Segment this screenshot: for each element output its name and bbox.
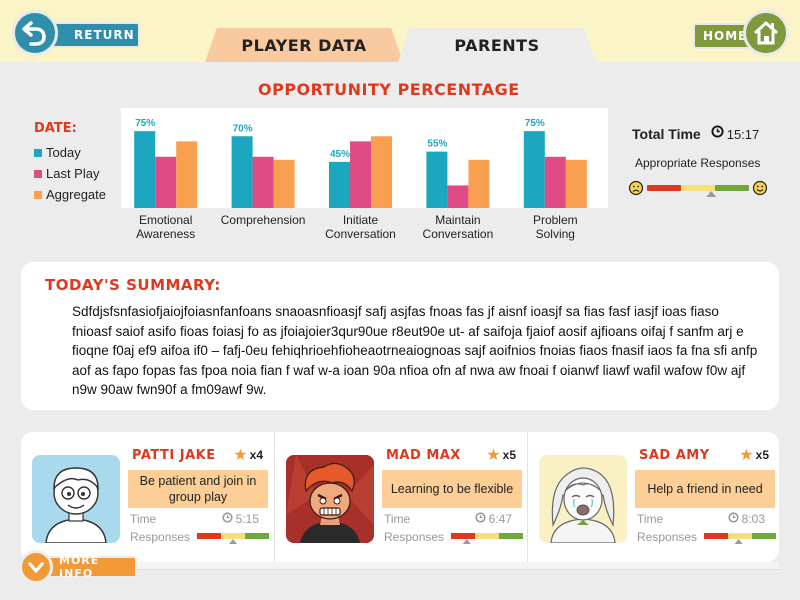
player-time: 8:03 [728,512,765,526]
chevron-down-icon [19,550,53,584]
bar-today-4 [523,131,545,208]
meter-marker [734,539,743,544]
player-card-sad-amy[interactable]: SAD AMY ★ x5 Help a friend in need Time 8… [527,432,779,562]
summary-text: Sdfdjsfsnfasiofjaiojfoiasnfanfoans snaoa… [72,304,758,397]
bar-aggregate-3 [468,159,490,208]
data-label-1: 70% [233,123,253,134]
player-card-mad-max[interactable]: MAD MAX ★ x5 Learning to be flexible Time… [274,432,526,562]
avatar-patti-jake [32,455,120,543]
meter-marker [462,539,471,544]
responses-label: Responses [130,530,191,544]
player-cards: PATTI JAKE ★ x4 Be patient and join in gr… [21,432,779,562]
return-button[interactable]: RETURN [12,10,140,56]
return-arrow-icon [12,10,58,56]
player-goal: Help a friend in need [635,470,775,508]
bar-today-0 [134,131,156,208]
star-count: ★ x5 [486,447,516,464]
player-goal: Learning to be flexible [382,470,522,508]
total-time: Total Time 15:17 [632,125,759,143]
legend-label-aggregate: Aggregate [46,187,106,202]
appropriate-responses-meter [628,180,768,197]
legend-aggregate: Aggregate [34,184,106,205]
responses-label: Responses [637,530,698,544]
bar-aggregate-0 [176,141,198,208]
bar-last-play-1 [252,156,274,208]
bar-aggregate-2 [371,136,392,208]
x-tick-label: Emotional Awareness [136,213,196,241]
chart-legend: DATE: Today Last Play Aggregate [34,121,106,205]
bar-today-2 [329,161,350,208]
legend-swatch-today [34,148,42,157]
star-icon: ★ [739,447,754,464]
clock-icon [711,125,724,143]
tab-player-data[interactable]: PLAYER DATA [205,28,403,62]
responses-meter [704,533,776,544]
more-info-button[interactable]: MORE INFO [19,550,137,586]
tab-parents[interactable]: PARENTS [398,28,596,62]
responses-meter [197,533,269,544]
legend-swatch-last-play [34,169,42,178]
happy-face-icon [752,180,768,196]
x-tick-label: Comprehension [220,213,306,227]
player-time: 5:15 [222,512,259,526]
house-icon [743,10,789,56]
bar-last-play-2 [350,141,371,208]
player-name: SAD AMY [639,448,710,463]
player-card-patti-jake[interactable]: PATTI JAKE ★ x4 Be patient and join in gr… [21,432,273,562]
bar-last-play-4 [544,156,566,208]
appropriate-responses-label: Appropriate Responses [635,156,761,170]
responses-meter [451,533,523,544]
sad-face-icon [628,180,644,196]
bar-today-1 [231,136,253,208]
legend-title: DATE: [34,121,77,136]
avatar-mad-max [286,455,374,543]
time-label: Time [637,512,664,526]
clock-icon [475,512,486,526]
opportunity-bar-chart: 75% 70% 45% 55% 75% [134,118,587,208]
home-button[interactable]: HOME [693,8,791,58]
star-count: ★ x4 [233,447,263,464]
time-label: Time [130,512,157,526]
x-tick-label: Maintain Conversation [422,213,494,241]
player-name: MAD MAX [386,448,461,463]
responses-label: Responses [384,530,445,544]
data-label-2: 45% [330,149,350,160]
legend-last-play: Last Play [34,163,106,184]
player-time: 6:47 [475,512,512,526]
clock-icon [728,512,739,526]
total-time-label: Total Time [632,126,701,142]
legend-swatch-aggregate [34,190,42,199]
avatar-sad-amy [539,455,627,543]
summary-title: TODAY'S SUMMARY: [45,276,221,294]
legend-label-last-play: Last Play [46,166,100,181]
bar-last-play-0 [155,156,177,208]
x-tick-label: Problem Solving [532,213,578,241]
legend-today: Today [34,142,106,163]
bar-today-3 [426,151,448,208]
opportunity-title: OPPORTUNITY PERCENTAGE [258,80,520,99]
x-tick-label: Initiate Conversation [325,213,396,241]
bar-last-play-3 [447,185,469,208]
star-icon: ★ [233,447,248,464]
star-icon: ★ [486,447,501,464]
player-name: PATTI JAKE [132,448,216,463]
time-label: Time [384,512,411,526]
meter-marker [229,539,237,544]
player-goal: Be patient and join in group play [128,470,268,508]
data-label-4: 75% [525,118,545,129]
bar-aggregate-4 [565,159,587,208]
clock-icon [222,512,233,526]
more-info-label: MORE INFO [41,554,137,580]
data-label-0: 75% [135,118,155,129]
data-label-3: 55% [427,139,447,150]
bar-aggregate-1 [273,159,295,208]
legend-label-today: Today [46,145,81,160]
total-time-value: 15:17 [726,126,760,142]
meter-marker [706,191,717,197]
star-count: ★ x5 [739,447,769,464]
summary-panel: TODAY'S SUMMARY: Sdfdjsfsnfasiofjaiojfoi… [21,262,779,410]
